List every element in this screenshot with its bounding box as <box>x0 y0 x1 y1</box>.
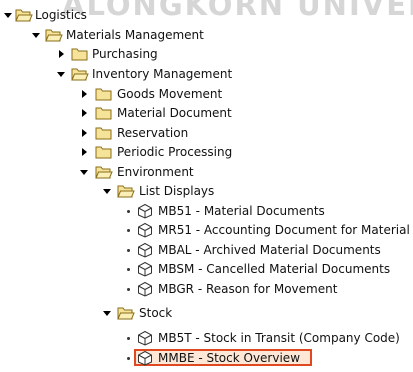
collapse-arrow-icon[interactable] <box>55 44 67 64</box>
transaction-cube-icon <box>136 281 154 297</box>
tree-node-periodic-processing[interactable]: Periodic Processing <box>0 142 413 162</box>
transaction-mr51[interactable]: MR51 - Accounting Document for Material <box>0 220 413 240</box>
transaction-mbgr[interactable]: MBGR - Reason for Movement <box>0 279 413 299</box>
expand-arrow-icon[interactable] <box>30 25 42 45</box>
open-folder-icon <box>95 164 113 180</box>
tree-node-label: Material Document <box>117 106 232 120</box>
tree-node-label: Environment <box>117 165 194 179</box>
bullet-icon <box>122 328 134 348</box>
tree-node-environment[interactable]: Environment <box>0 162 413 182</box>
tree-node-materials-management[interactable]: Materials Management <box>0 25 413 45</box>
transaction-label: MB51 - Material Documents <box>158 204 325 218</box>
folder-icon <box>95 144 113 160</box>
bullet-icon <box>122 279 134 299</box>
tree-node-inventory-management[interactable]: Inventory Management <box>0 64 413 84</box>
transaction-cube-icon <box>136 203 154 219</box>
open-folder-icon <box>117 305 135 321</box>
expand-arrow-icon[interactable] <box>101 181 113 201</box>
transaction-mb51[interactable]: MB51 - Material Documents <box>0 201 413 221</box>
tree-node-stock[interactable]: Stock <box>0 303 413 323</box>
bullet-icon <box>122 240 134 260</box>
expand-arrow-icon[interactable] <box>2 5 14 25</box>
transaction-label: MBSM - Cancelled Material Documents <box>158 262 391 276</box>
tree-node-label: List Displays <box>139 184 215 198</box>
tree-node-label: Purchasing <box>92 47 158 61</box>
folder-icon <box>95 86 113 102</box>
tree-node-label: Stock <box>139 306 173 320</box>
transaction-mbsm[interactable]: MBSM - Cancelled Material Documents <box>0 259 413 279</box>
open-folder-icon <box>71 66 89 82</box>
expand-arrow-icon[interactable] <box>78 162 90 182</box>
transaction-cube-icon <box>136 350 154 366</box>
transaction-label: MBAL - Archived Material Documents <box>158 243 381 257</box>
transaction-cube-icon <box>136 222 154 238</box>
open-folder-icon <box>45 27 63 43</box>
transaction-cube-icon <box>136 330 154 346</box>
bullet-icon <box>122 220 134 240</box>
open-folder-icon <box>117 183 135 199</box>
tree-node-purchasing[interactable]: Purchasing <box>0 44 413 64</box>
bullet-icon <box>122 259 134 279</box>
transaction-label: MB5T - Stock in Transit (Company Code) <box>158 331 400 345</box>
collapse-arrow-icon[interactable] <box>78 123 90 143</box>
transaction-cube-icon <box>136 261 154 277</box>
expand-arrow-icon[interactable] <box>101 303 113 323</box>
transaction-label: MR51 - Accounting Document for Material <box>158 223 410 237</box>
collapse-arrow-icon[interactable] <box>78 142 90 162</box>
transaction-label: MBGR - Reason for Movement <box>158 282 338 296</box>
tree-node-list-displays[interactable]: List Displays <box>0 181 413 201</box>
expand-arrow-icon[interactable] <box>55 64 67 84</box>
transaction-mmbe[interactable]: MMBE - Stock Overview <box>0 348 413 368</box>
folder-icon <box>95 125 113 141</box>
tree-node-label: Materials Management <box>66 28 204 42</box>
folder-icon <box>71 46 89 62</box>
bullet-icon <box>122 201 134 221</box>
open-folder-icon <box>15 7 33 23</box>
folder-icon <box>95 105 113 121</box>
tree-node-logistics[interactable]: Logistics <box>0 5 413 25</box>
transaction-cube-icon <box>136 242 154 258</box>
tree-node-label: Reservation <box>117 126 189 140</box>
transaction-mbal[interactable]: MBAL - Archived Material Documents <box>0 240 413 260</box>
tree-node-goods-movement[interactable]: Goods Movement <box>0 84 413 104</box>
menu-tree: Logistics Materials Management Purchasin… <box>0 0 413 369</box>
tree-node-label: Logistics <box>35 8 87 22</box>
tree-node-reservation[interactable]: Reservation <box>0 123 413 143</box>
tree-node-label: Inventory Management <box>92 67 233 81</box>
bullet-icon <box>122 348 134 368</box>
transaction-label: MMBE - Stock Overview <box>158 351 301 365</box>
tree-node-label: Periodic Processing <box>117 145 233 159</box>
tree-node-material-document[interactable]: Material Document <box>0 103 413 123</box>
collapse-arrow-icon[interactable] <box>78 103 90 123</box>
collapse-arrow-icon[interactable] <box>78 84 90 104</box>
transaction-mb5t[interactable]: MB5T - Stock in Transit (Company Code) <box>0 328 413 348</box>
tree-node-label: Goods Movement <box>117 87 223 101</box>
